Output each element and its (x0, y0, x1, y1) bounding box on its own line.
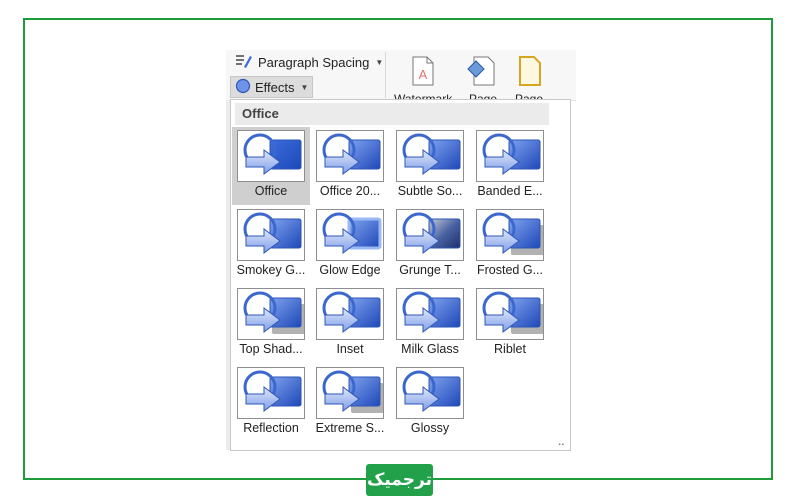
gallery-header: Office (235, 103, 549, 125)
svg-text:A: A (419, 67, 428, 82)
effect-preview-icon (476, 288, 544, 340)
effect-option[interactable]: Smokey G... (232, 206, 310, 284)
effects-button[interactable]: Effects ▼ (230, 76, 314, 98)
effect-preview-icon (476, 130, 544, 182)
effect-option[interactable]: Riblet (471, 285, 549, 363)
effect-option-label: Subtle So... (397, 184, 463, 198)
effect-option-label: Extreme S... (315, 421, 385, 435)
effect-option[interactable]: Grunge T... (391, 206, 469, 284)
effects-icon (235, 78, 251, 97)
effect-option-label: Office 20... (319, 184, 381, 198)
chevron-down-icon: ▼ (300, 82, 309, 92)
ribbon-separator (385, 52, 386, 98)
effect-option[interactable]: Glossy (391, 364, 469, 442)
paragraph-spacing-icon (234, 52, 254, 73)
effect-option-label: Top Shad... (239, 342, 303, 356)
effect-option-label: Banded E... (477, 184, 543, 198)
effect-preview-icon (476, 209, 544, 261)
effect-option-label: Office (254, 184, 288, 198)
effects-gallery: Office Office Office 20... Subtle So... Ban… (230, 99, 571, 451)
brand-logo: ترجمیک (366, 464, 433, 496)
effect-option-label: Inset (336, 342, 364, 356)
effect-option[interactable]: Office (232, 127, 310, 205)
effect-preview-icon (237, 288, 305, 340)
effect-option-label: Grunge T... (399, 263, 461, 277)
effect-option[interactable]: Inset (311, 285, 389, 363)
effect-preview-icon (396, 288, 464, 340)
effect-option[interactable]: Frosted G... (471, 206, 549, 284)
effect-option[interactable]: Banded E... (471, 127, 549, 205)
effect-option-label: Glow Edge (319, 263, 381, 277)
effect-option-label: Smokey G... (236, 263, 306, 277)
effect-preview-icon (237, 130, 305, 182)
effect-preview-icon (316, 288, 384, 340)
page-borders-icon[interactable] (516, 55, 544, 87)
ribbon-design-tab: Paragraph Spacing ▼ Effects ▼ A Watermar… (226, 50, 576, 101)
effect-preview-icon (396, 209, 464, 261)
effect-option[interactable]: Extreme S... (311, 364, 389, 442)
effect-preview-icon (237, 209, 305, 261)
effects-label: Effects (255, 79, 295, 95)
effect-option-label: Frosted G... (477, 263, 543, 277)
effect-option-label: Glossy (410, 421, 450, 435)
effect-option[interactable]: Glow Edge (311, 206, 389, 284)
resize-grip-icon[interactable]: ⠠⠄ (554, 438, 568, 449)
effect-preview-icon (237, 367, 305, 419)
effect-preview-icon (396, 367, 464, 419)
effect-option[interactable]: Subtle So... (391, 127, 469, 205)
paragraph-spacing-label: Paragraph Spacing (258, 54, 370, 70)
watermark-icon[interactable]: A (409, 55, 437, 87)
page-color-icon[interactable] (466, 55, 495, 87)
effect-preview-icon (316, 367, 384, 419)
paragraph-spacing-button[interactable]: Paragraph Spacing ▼ (230, 51, 387, 73)
effect-option-label: Milk Glass (401, 342, 459, 356)
effect-option[interactable]: Reflection (232, 364, 310, 442)
effect-preview-icon (316, 209, 384, 261)
chevron-down-icon: ▼ (375, 57, 384, 67)
effect-option[interactable]: Top Shad... (232, 285, 310, 363)
effect-preview-icon (316, 130, 384, 182)
effect-preview-icon (396, 130, 464, 182)
effect-option-label: Riblet (494, 342, 526, 356)
effect-option-label: Reflection (243, 421, 299, 435)
effect-option[interactable]: Office 20... (311, 127, 389, 205)
effect-option[interactable]: Milk Glass (391, 285, 469, 363)
